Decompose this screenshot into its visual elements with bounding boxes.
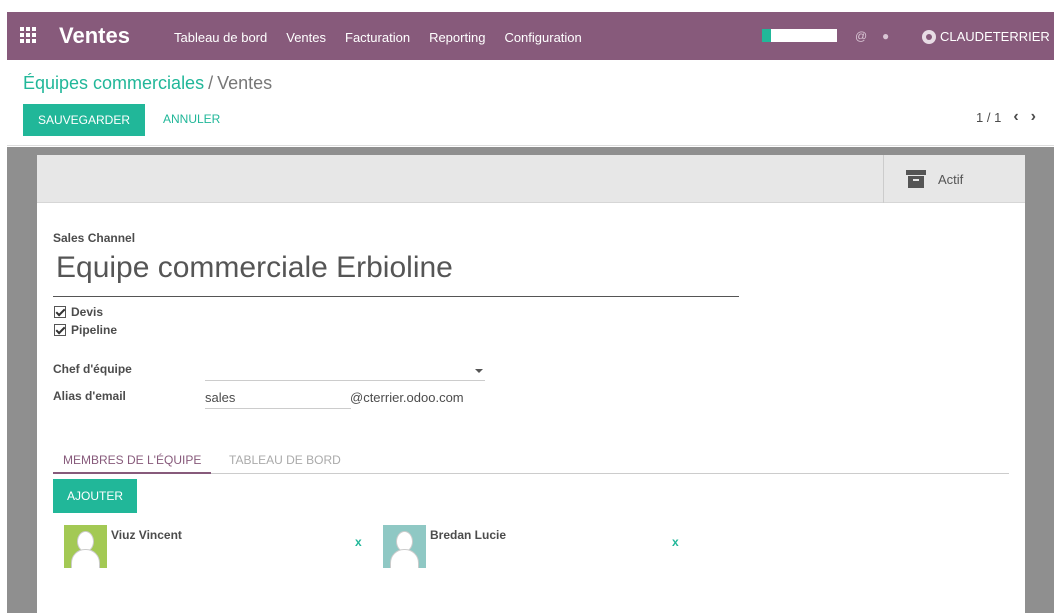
tab-members[interactable]: MEMBRES DE L'ÉQUIPE (53, 453, 212, 474)
chevron-right-icon[interactable]: › (1031, 108, 1036, 126)
devis-checkbox-row[interactable]: Devis (54, 305, 103, 319)
pipeline-checkbox[interactable] (54, 324, 66, 336)
channel-label: Sales Channel (53, 231, 136, 245)
devis-label: Devis (71, 305, 104, 319)
breadcrumb-current: Ventes (217, 73, 273, 93)
form-sheet: Actif Sales Channel Equipe commerciale E… (37, 155, 1025, 613)
control-panel: Équipes commerciales / Ventes SAUVEGARDER … (7, 60, 1054, 146)
tab-dashboard[interactable]: TABLEAU DE BORD (229, 453, 341, 467)
menu-configuration[interactable]: Configuration (504, 30, 581, 45)
menu-reporting[interactable]: Reporting (429, 30, 485, 45)
pipeline-label: Pipeline (71, 323, 118, 337)
chevron-left-icon[interactable]: ‹ (1013, 108, 1018, 126)
devis-checkbox[interactable] (54, 306, 66, 318)
remove-member-icon[interactable]: x (355, 535, 362, 549)
alias-input[interactable]: sales (205, 387, 351, 409)
pipeline-checkbox-row[interactable]: Pipeline (54, 323, 117, 337)
app-name[interactable]: Ventes (59, 23, 130, 49)
actif-label: Actif (938, 171, 964, 187)
member-avatar-icon (64, 525, 107, 568)
pager-value[interactable]: 1 / 1 (976, 110, 1001, 125)
chat-icon[interactable]: ● (882, 29, 889, 43)
leader-select[interactable] (205, 361, 485, 381)
remove-member-icon[interactable]: x (672, 535, 679, 549)
team-name-input[interactable]: Equipe commerciale Erbioline (53, 251, 739, 297)
menu-ventes[interactable]: Ventes (286, 30, 326, 45)
breadcrumb-parent[interactable]: Équipes commerciales (23, 73, 204, 93)
leader-label: Chef d'équipe (53, 362, 132, 376)
caret-down-icon (475, 369, 483, 373)
top-menu: Tableau de bord Ventes Facturation Repor… (174, 30, 601, 45)
progress-bar[interactable] (762, 29, 837, 42)
member-card[interactable]: Viuz Vincent (64, 525, 182, 568)
user-menu[interactable]: CLAUDETERRIER ▼ (922, 29, 1054, 44)
progress-bar-fill (762, 29, 771, 42)
breadcrumb: Équipes commerciales / Ventes (23, 73, 272, 94)
button-box: Actif (37, 155, 1025, 203)
member-card[interactable]: Bredan Lucie (383, 525, 506, 568)
cancel-button[interactable]: ANNULER (163, 112, 220, 126)
member-avatar-icon (383, 525, 426, 568)
alias-label: Alias d'email (53, 389, 126, 403)
menu-tableau-de-bord[interactable]: Tableau de bord (174, 30, 267, 45)
save-button[interactable]: SAUVEGARDER (23, 104, 146, 136)
user-name: CLAUDETERRIER (940, 29, 1050, 44)
main-navbar: Ventes Tableau de bord Ventes Facturatio… (7, 12, 1054, 60)
add-member-button[interactable]: AJOUTER (53, 479, 138, 513)
window-top-border (0, 0, 1054, 12)
menu-facturation[interactable]: Facturation (345, 30, 410, 45)
member-name: Viuz Vincent (111, 528, 182, 542)
at-sign-icon[interactable]: @ (855, 29, 867, 43)
user-avatar-icon (922, 29, 936, 44)
actif-toggle-button[interactable]: Actif (883, 155, 1025, 203)
notebook-tabs: MEMBRES DE L'ÉQUIPE TABLEAU DE BORD (53, 448, 1009, 474)
member-name: Bredan Lucie (430, 528, 507, 542)
archive-icon (906, 170, 926, 188)
breadcrumb-separator: / (208, 73, 214, 93)
pager: 1 / 1 ‹ › (976, 108, 1036, 126)
apps-grid-icon[interactable] (20, 27, 36, 43)
alias-domain: @cterrier.odoo.com (350, 390, 464, 405)
